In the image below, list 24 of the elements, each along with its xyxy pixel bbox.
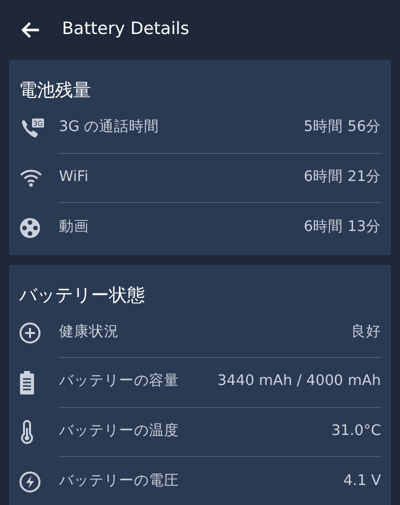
- row-label: バッテリーの電圧: [59, 472, 179, 491]
- section-title: バッテリー状態: [18, 284, 146, 308]
- row-label: 動画: [59, 218, 89, 237]
- row-label: 健康状況: [59, 322, 119, 342]
- row-value: 4.1 V: [343, 472, 381, 491]
- screen-title: Battery Details: [62, 18, 190, 42]
- row-value: 31.0°C: [331, 422, 381, 441]
- row-value: 5時間 56分: [304, 118, 381, 138]
- row-value: 6時間 21分: [304, 168, 381, 187]
- row-value: 良好: [351, 322, 381, 342]
- back-icon[interactable]: [20, 21, 40, 39]
- battery-icon: [19, 370, 35, 395]
- row-label: WiFi: [59, 168, 88, 187]
- film-reel-icon: [19, 216, 41, 239]
- lightning-icon: [19, 470, 41, 493]
- add-circle-icon: [19, 322, 41, 344]
- section-title: 電池残量: [18, 79, 92, 103]
- row-label: バッテリーの容量: [59, 372, 179, 392]
- row-label: バッテリーの温度: [59, 422, 179, 441]
- row-label: 3G の通話時間: [59, 118, 160, 138]
- row-value: 3440 mAh / 4000 mAh: [217, 372, 381, 392]
- row-value: 6時間 13分: [304, 218, 381, 237]
- wifi-icon: [19, 169, 43, 188]
- thermometer-icon: [19, 420, 35, 444]
